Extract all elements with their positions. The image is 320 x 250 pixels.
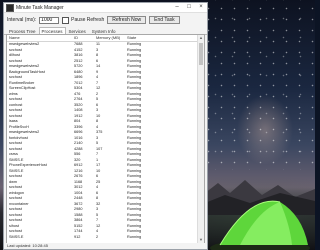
state-cell: Running [127, 234, 142, 239]
window-title: Minute Task Manager [16, 4, 64, 11]
pause-refresh-checkbox[interactable]: Pause Refresh [62, 16, 105, 24]
pause-refresh-label: Pause Refresh [71, 17, 105, 23]
minimize-button[interactable]: – [171, 3, 183, 12]
refresh-now-button[interactable]: Refresh Now [107, 16, 147, 24]
interval-input[interactable] [39, 16, 60, 24]
column-header-name[interactable]: Name [7, 35, 74, 41]
column-header-id[interactable]: ID [74, 35, 96, 41]
status-bar: Last updated: 10:28:45 [4, 243, 207, 249]
app-icon [6, 3, 14, 12]
star-field [200, 0, 315, 170]
checkbox-box[interactable] [62, 16, 70, 24]
title-bar: Minute Task Manager – □ × [4, 3, 207, 13]
close-button[interactable]: × [195, 3, 207, 12]
tab-services[interactable]: Services [66, 27, 89, 34]
process-id-cell: 912 [74, 234, 81, 239]
process-list: Name ID Memory (MB) State msedgewebview2… [6, 34, 205, 244]
list-rows: msedgewebview2 7688 11 Running svchost 4152 3 R… [7, 42, 197, 240]
process-name-cell: SMSS.E [9, 234, 24, 239]
vertical-scrollbar[interactable]: ▲ ▼ [197, 35, 204, 243]
table-row[interactable]: SMSS.E 912 2 Running [7, 235, 197, 241]
task-manager-window: Minute Task Manager – □ × Interval (ms):… [3, 2, 208, 250]
toolbar: Interval (ms): Pause Refresh Refresh Now… [4, 13, 207, 27]
tab-processes[interactable]: Processes [38, 27, 66, 34]
maximize-button[interactable]: □ [183, 3, 195, 12]
list-header: Name ID Memory (MB) State [7, 35, 204, 42]
end-task-button[interactable]: End Task [149, 16, 180, 24]
memory-cell: 2 [96, 234, 99, 239]
scroll-up-arrow-icon[interactable]: ▲ [198, 35, 204, 41]
column-header-state[interactable]: State [127, 35, 167, 41]
scrollbar-thumb[interactable] [199, 43, 203, 65]
tab-process-tree[interactable]: Process Tree [6, 27, 39, 34]
column-header-memory[interactable]: Memory (MB) [96, 35, 127, 41]
green-tent [210, 200, 310, 250]
interval-label: Interval (ms): [7, 17, 37, 23]
tab-system-info[interactable]: System Info [89, 27, 119, 34]
